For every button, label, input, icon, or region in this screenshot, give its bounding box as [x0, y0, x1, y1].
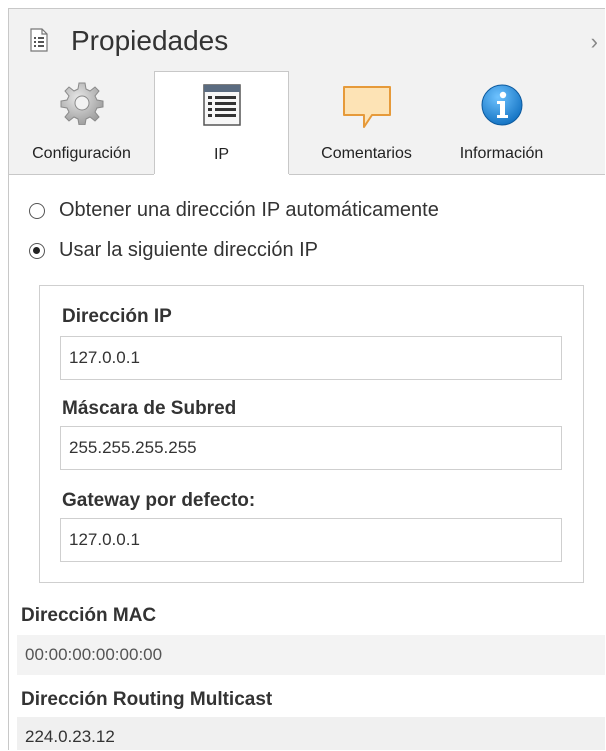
multicast-address-label: Dirección Routing Multicast — [21, 689, 273, 710]
subnet-mask-input[interactable]: 255.255.255.255 — [60, 426, 562, 470]
mac-address-label: Dirección MAC — [21, 605, 157, 626]
tab-comentarios[interactable]: Comentarios — [289, 71, 444, 175]
ip-settings-content: Obtener una dirección IP automáticamente… — [9, 175, 605, 750]
properties-panel: Propiedades › Configuración IP Comentari… — [8, 8, 605, 750]
tab-bar: Configuración IP Comentarios Información — [9, 71, 605, 176]
tab-label: Configuración — [32, 145, 131, 162]
ip-list-icon — [202, 84, 241, 126]
tab-label: Comentarios — [321, 145, 412, 162]
gear-icon — [60, 82, 103, 125]
comment-icon — [342, 86, 391, 128]
mac-address-value: 00:00:00:00:00:00 — [17, 635, 605, 675]
multicast-address-value: 224.0.23.12 — [17, 717, 605, 750]
radio-auto-ip[interactable]: Obtener una dirección IP automáticamente — [29, 199, 439, 222]
radio-manual-ip-circle[interactable] — [29, 242, 45, 259]
panel-header: Propiedades › — [9, 9, 605, 71]
subnet-mask-label: Máscara de Subred — [62, 398, 237, 419]
tab-configuracion[interactable]: Configuración — [9, 71, 154, 175]
ip-address-label: Dirección IP — [62, 306, 172, 327]
tab-informacion[interactable]: Información — [444, 71, 559, 175]
tab-label: IP — [213, 146, 230, 163]
panel-title: Propiedades — [71, 25, 229, 56]
info-icon — [481, 84, 522, 126]
radio-auto-ip-label: Obtener una dirección IP automáticamente — [59, 199, 439, 221]
manual-ip-group: Dirección IP 127.0.0.1 Máscara de Subred… — [39, 285, 584, 583]
tab-ip[interactable]: IP — [154, 71, 289, 176]
radio-auto-ip-circle[interactable] — [29, 202, 45, 219]
tab-label: Información — [459, 145, 544, 162]
gateway-input[interactable]: 127.0.0.1 — [60, 518, 562, 562]
radio-manual-ip[interactable]: Usar la siguiente dirección IP — [29, 239, 318, 262]
collapse-chevron-icon[interactable]: › — [591, 31, 598, 53]
gateway-label: Gateway por defecto: — [62, 490, 256, 511]
properties-icon — [30, 28, 48, 52]
radio-manual-ip-label: Usar la siguiente dirección IP — [59, 239, 319, 261]
ip-address-input[interactable]: 127.0.0.1 — [60, 336, 562, 380]
